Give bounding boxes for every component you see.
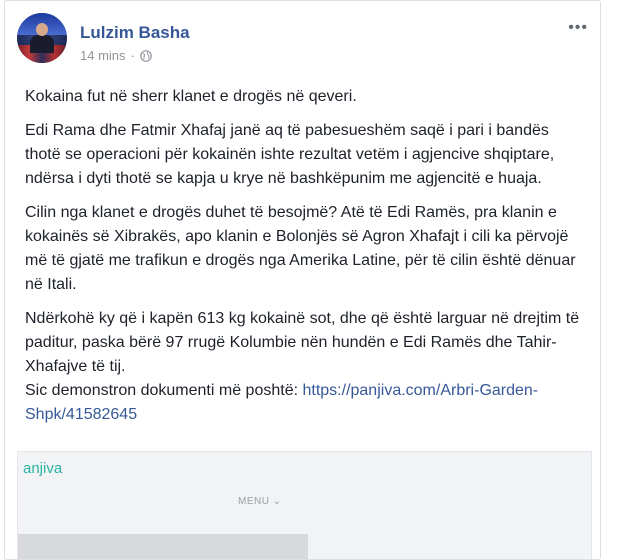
source-prefix: Sic demonstron dokumenti më poshtë: [25,382,303,399]
preview-logo: anjiva [23,460,63,477]
more-options-icon[interactable]: ••• [568,19,588,37]
post-paragraph: Ndërkohë ky që i kapën 613 kg kokainë so… [25,307,585,427]
link-preview[interactable]: anjiva MENU ⌄ [17,451,592,559]
post-timestamp[interactable]: 14 mins [80,48,126,63]
meta-separator: · [130,48,135,63]
author-avatar[interactable] [17,13,67,63]
author-name[interactable]: Lulzim Basha [80,23,190,43]
avatar-figure-head [36,23,48,36]
post-card: Lulzim Basha 14 mins · ••• Kokaina fut n… [4,0,601,560]
post-paragraph-text: Ndërkohë ky që i kapën 613 kg kokainë so… [25,310,580,375]
preview-image-block [18,534,308,559]
post-paragraph: Kokaina fut në sherr klanet e drogës në … [25,88,357,105]
preview-menu[interactable]: MENU ⌄ [238,496,282,507]
globe-icon[interactable] [140,49,152,62]
post-body: Kokaina fut në sherr klanet e drogës në … [25,85,585,427]
post-paragraph: Edi Rama dhe Fatmir Xhafaj janë aq të pa… [25,122,555,187]
post-paragraph: Cilin nga klanet e drogës duhet të besoj… [25,204,576,293]
post-meta: 14 mins · [80,48,152,63]
avatar-figure-body [30,35,54,53]
